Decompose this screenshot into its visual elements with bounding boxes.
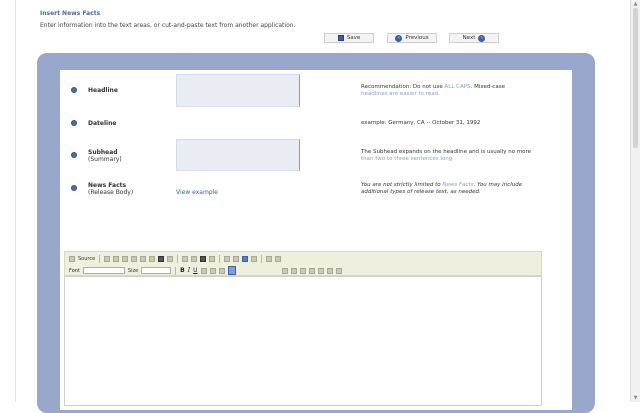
size-label: Size <box>127 267 139 274</box>
dateline-hint: example: Germany, CA -- October 31, 1992 <box>361 120 481 126</box>
instructions-text: Enter information into the text areas, o… <box>40 22 296 29</box>
headline-hint-part1: Recommendation: Do not use <box>361 84 445 90</box>
remove-format-icon[interactable] <box>266 255 273 262</box>
text-style-icon[interactable] <box>317 267 324 274</box>
toolbar-row-1: Source <box>69 253 282 264</box>
find-icon[interactable] <box>200 255 207 262</box>
bullet-icon <box>71 87 77 93</box>
news-facts-label-main: News Facts <box>88 182 127 189</box>
source-button[interactable]: Source <box>78 256 95 262</box>
replace-icon[interactable] <box>209 255 216 262</box>
news-facts-hint-line2: additional types of release text, as nee… <box>361 189 481 195</box>
outdent-icon[interactable] <box>299 267 306 274</box>
editor-toolbar: Source Font Size B I U <box>64 251 542 276</box>
previous-button[interactable]: ‹ Previous <box>387 33 437 43</box>
toolbar-separator <box>261 254 263 263</box>
toolbar-separator <box>99 254 101 263</box>
view-example-link[interactable]: View example <box>176 189 218 196</box>
left-divider <box>15 0 16 402</box>
spellcheck-icon[interactable] <box>167 255 174 262</box>
special-char-icon[interactable] <box>275 255 282 262</box>
page-title: Insert News Facts <box>40 10 101 17</box>
bullet-icon <box>71 152 77 158</box>
scrollbar-thumb[interactable] <box>633 8 638 148</box>
news-facts-label: News Facts (Release Body) <box>88 182 133 196</box>
headline-hint-caps: ALL CAPS <box>444 84 471 90</box>
font-label: Font <box>69 267 80 274</box>
paste-text-icon[interactable] <box>140 255 147 262</box>
ordered-list-icon[interactable] <box>281 267 288 274</box>
save-icon <box>337 35 344 41</box>
size-select[interactable] <box>141 267 172 274</box>
news-facts-hint-em: News Facts <box>442 182 474 188</box>
toolbar-separator <box>177 254 179 263</box>
save-button[interactable]: Save <box>324 33 374 43</box>
bold-button[interactable]: B <box>180 267 185 274</box>
headline-hint: Recommendation: Do not use ALL CAPS. Mix… <box>361 84 505 98</box>
next-button-label: Next <box>462 35 476 41</box>
text-color-icon[interactable] <box>227 266 236 275</box>
scroll-down-icon[interactable]: ▼ <box>631 394 640 402</box>
arrow-left-icon: ‹ <box>395 34 403 42</box>
superscript-icon[interactable] <box>218 267 225 274</box>
link-icon[interactable] <box>242 255 249 262</box>
page-scrollbar[interactable]: ▲ ▼ <box>630 0 640 402</box>
headline-hint-part3: . Mixed-case <box>470 84 505 90</box>
toolbar-separator <box>219 254 221 263</box>
help-icon[interactable] <box>335 267 342 274</box>
news-facts-sublabel: (Release Body) <box>88 189 134 196</box>
source-icon[interactable] <box>69 255 75 262</box>
headline-hint-line2: headlines are easier to read. <box>361 91 440 97</box>
paste-icon[interactable] <box>131 255 138 262</box>
toolbar-row-2: Font Size B I U <box>69 265 342 276</box>
subhead-label-main: Subhead <box>88 149 118 156</box>
bullet-icon <box>71 120 77 126</box>
unlink-icon[interactable] <box>251 255 258 262</box>
previous-button-label: Previous <box>405 35 429 41</box>
new-page-icon[interactable] <box>104 255 111 262</box>
rule-icon[interactable] <box>233 255 240 262</box>
subhead-sublabel: (Summary) <box>88 156 122 163</box>
print-icon[interactable] <box>158 255 165 262</box>
subhead-input[interactable] <box>176 139 300 171</box>
headline-input[interactable] <box>176 74 300 107</box>
dateline-label: Dateline <box>88 120 117 127</box>
redo-icon[interactable] <box>191 255 198 262</box>
toolbar-separator <box>175 266 177 275</box>
subhead-hint: The Subhead expands on the headline and … <box>361 149 531 163</box>
news-facts-hint: You are not strictly limited to News Fac… <box>361 182 522 196</box>
subhead-hint-line2: than two to three sentences long. <box>361 156 454 162</box>
scroll-up-icon[interactable]: ▲ <box>631 0 640 8</box>
paste-word-icon[interactable] <box>149 255 156 262</box>
release-body-editor[interactable] <box>64 276 542 406</box>
subhead-hint-line1: The Subhead expands on the headline and … <box>361 149 532 155</box>
subscript-icon[interactable] <box>209 267 216 274</box>
undo-icon[interactable] <box>182 255 189 262</box>
strike-icon[interactable] <box>200 267 207 274</box>
arrow-right-icon: › <box>478 34 486 42</box>
save-button-label: Save <box>346 35 361 41</box>
background-color-icon[interactable] <box>326 267 333 274</box>
bullet-icon <box>71 185 77 191</box>
copy-icon[interactable] <box>122 255 129 262</box>
headline-label: Headline <box>88 87 118 94</box>
indent-icon[interactable] <box>308 267 315 274</box>
cut-icon[interactable] <box>113 255 120 262</box>
underline-button[interactable]: U <box>193 267 197 274</box>
font-select[interactable] <box>82 267 125 274</box>
subhead-label: Subhead (Summary) <box>88 149 122 163</box>
next-button[interactable]: Next › <box>449 33 499 43</box>
news-facts-hint-part3: . You may include <box>473 182 523 188</box>
news-facts-hint-part1: You are not strictly limited to <box>361 182 443 188</box>
italic-button[interactable]: I <box>188 267 190 274</box>
table-icon[interactable] <box>224 255 231 262</box>
unordered-list-icon[interactable] <box>290 267 297 274</box>
